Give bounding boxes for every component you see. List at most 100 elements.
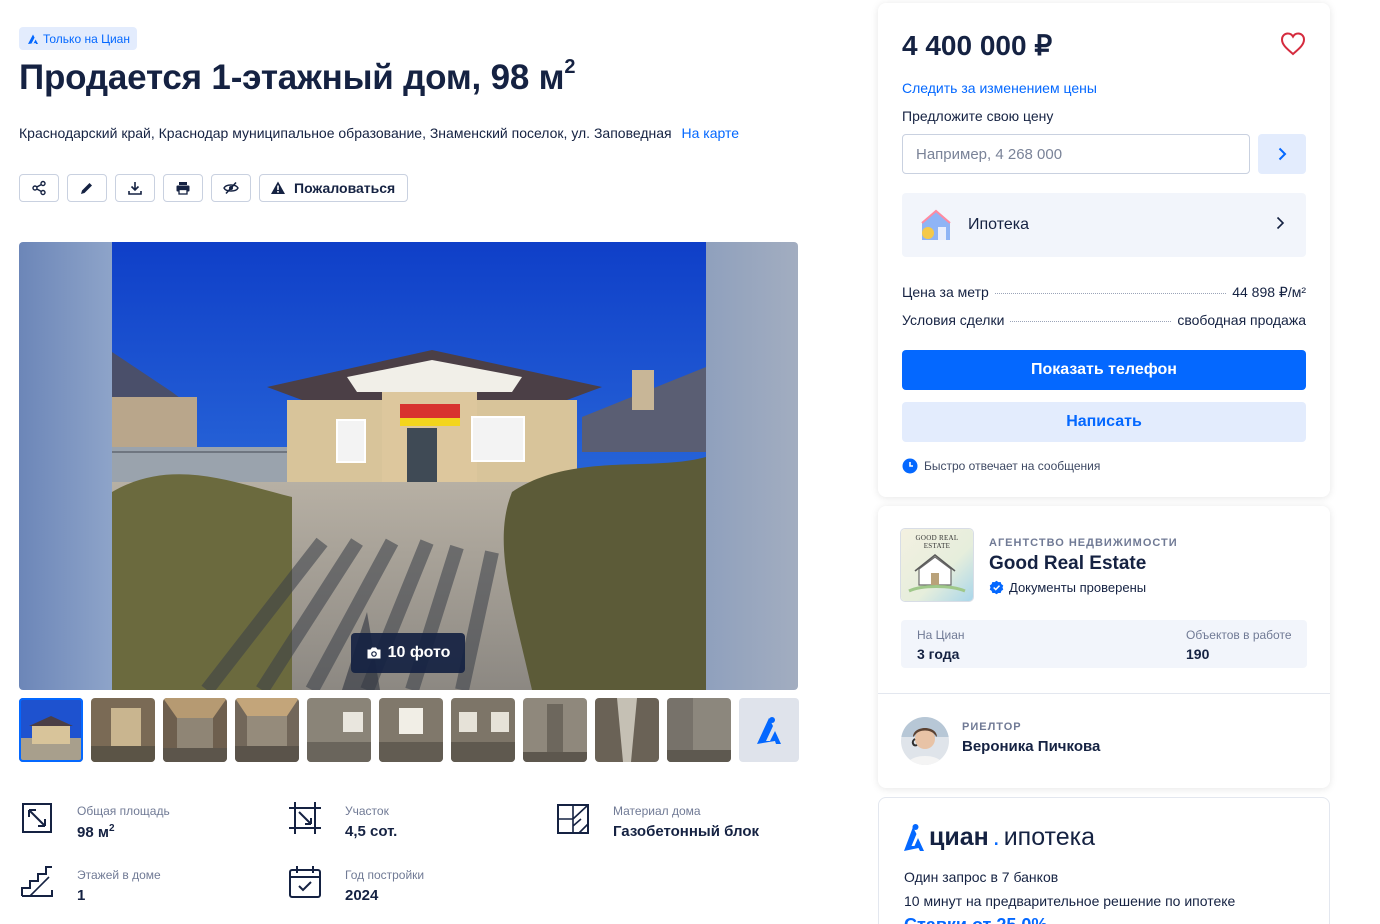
feature-label: Год постройки [345, 868, 425, 882]
feature-value: 98 м2 [77, 823, 170, 841]
feature-value-text: 98 м [77, 824, 109, 841]
follow-price-link[interactable]: Следить за изменением цены [902, 80, 1097, 96]
brand-dot: . [992, 822, 1000, 851]
download-button[interactable] [115, 174, 155, 202]
thumbnail-image [595, 698, 659, 762]
offer-price-input[interactable] [902, 134, 1250, 174]
brand-suffix: ипотека [1003, 822, 1096, 851]
feature-value: Газобетонный блок [613, 823, 760, 840]
feature-value: 4,5 сот. [345, 823, 398, 840]
download-icon [128, 182, 142, 195]
realtor-name[interactable]: Вероника Пичкова [962, 738, 1100, 755]
price-card: 4 400 000 ₽ Следить за изменением цены П… [878, 3, 1330, 497]
thumbnail-image [235, 698, 299, 762]
agency-name[interactable]: Good Real Estate [989, 553, 1146, 575]
verified-check-icon [989, 580, 1004, 595]
price-per-meter-row: Цена за метр 44 898 ₽/м² [902, 284, 1306, 301]
complain-label: Пожаловаться [294, 180, 396, 196]
offer-submit-button[interactable] [1258, 134, 1306, 174]
hide-button[interactable] [211, 174, 251, 202]
calendar-icon [289, 866, 321, 898]
thumbnail[interactable] [595, 698, 659, 762]
edit-icon [81, 183, 92, 194]
fast-reply-note: Быстро отвечает на сообщения [902, 458, 1100, 474]
thumbnail-image [451, 698, 515, 762]
stat-label: Объектов в работе [1186, 628, 1292, 642]
chevron-right-icon [1276, 216, 1285, 230]
stat-label: На Циан [917, 628, 965, 642]
thumbnail[interactable] [19, 698, 83, 762]
print-button[interactable] [163, 174, 203, 202]
thumbnail[interactable] [91, 698, 155, 762]
map-link[interactable]: На карте [682, 125, 740, 141]
promo-rate: Ставки от 25,0% [904, 915, 1047, 924]
price: 4 400 000 ₽ [902, 30, 1053, 61]
share-icon [32, 180, 46, 196]
stairs-icon [21, 866, 53, 897]
thumbnail[interactable] [523, 698, 587, 762]
agency-type: АГЕНТСТВО НЕДВИЖИМОСТИ [989, 537, 1178, 549]
stat-value: 190 [1186, 646, 1210, 662]
promo-line: Один запрос в 7 банков [904, 869, 1059, 885]
house-money-icon [921, 209, 951, 240]
feature-year: Год постройки 2024 [287, 864, 424, 904]
avatar-image [901, 717, 949, 765]
feature-plot: Участок 4,5 сот. [287, 800, 397, 840]
cian-logo-icon [28, 34, 38, 44]
page-title-text: Продается 1-этажный дом, 98 м [19, 58, 565, 97]
more-photos-thumbnail[interactable] [739, 698, 799, 762]
avatar[interactable] [901, 717, 949, 765]
thumbnail-image [379, 698, 443, 762]
feature-label: Материал дома [613, 804, 701, 818]
feature-label: Этажей в доме [77, 868, 161, 882]
stat-objects: Объектов в работе 190 [1186, 628, 1292, 662]
stat-value: 3 года [917, 646, 960, 662]
thumbnail[interactable] [667, 698, 731, 762]
clock-icon [902, 458, 918, 474]
camera-icon [367, 647, 381, 659]
hide-icon [223, 181, 239, 195]
thumbnail-strip [19, 698, 799, 762]
chevron-right-icon [1278, 147, 1287, 161]
show-phone-button[interactable]: Показать телефон [902, 350, 1306, 390]
fast-reply-label: Быстро отвечает на сообщения [924, 459, 1101, 473]
cian-logo-icon [757, 717, 781, 744]
plot-icon [289, 802, 321, 834]
exclusive-badge: Только на Циан [19, 27, 137, 50]
verified-row: Документы проверены [989, 580, 1146, 595]
brand-name: циан [929, 822, 989, 851]
thumbnail[interactable] [163, 698, 227, 762]
page-title: Продается 1-этажный дом, 98 м2 [19, 56, 575, 98]
agency-stats: На Циан 3 года Объектов в работе 190 [901, 620, 1307, 668]
address: Краснодарский край, Краснодар муниципаль… [19, 125, 739, 141]
deal-terms-label: Условия сделки [902, 312, 1005, 328]
favorite-heart-icon[interactable] [1280, 31, 1306, 57]
thumbnail[interactable] [307, 698, 371, 762]
dotted-leader [1010, 321, 1172, 322]
mortgage-promo-card[interactable]: циан. ипотека Один запрос в 7 банков 10 м… [878, 797, 1330, 924]
feature-value-sup: 2 [108, 823, 115, 834]
thumbnail[interactable] [379, 698, 443, 762]
edit-button[interactable] [67, 174, 107, 202]
thumbnail-image [163, 698, 227, 762]
thumbnail-image [667, 698, 731, 762]
feature-label: Общая площадь [77, 804, 170, 818]
thumbnail-image [307, 698, 371, 762]
thumbnail[interactable] [235, 698, 299, 762]
mortgage-row[interactable]: Ипотека [902, 193, 1306, 257]
area-icon [22, 803, 52, 833]
photo-gallery[interactable]: 10 фото [19, 242, 798, 690]
stat-on-cian: На Циан 3 года [917, 628, 965, 662]
photo-count-button[interactable]: 10 фото [351, 633, 465, 673]
price-per-meter-value: 44 898 ₽/м² [1232, 284, 1306, 300]
print-icon [176, 182, 190, 195]
mortgage-label: Ипотека [968, 216, 1030, 233]
main-photo[interactable] [112, 242, 706, 690]
thumbnail[interactable] [451, 698, 515, 762]
offer-price-label: Предложите свою цену [902, 108, 1054, 124]
thumbnail-image [91, 698, 155, 762]
share-button[interactable] [19, 174, 59, 202]
write-message-button[interactable]: Написать [902, 402, 1306, 442]
cian-logo-icon [904, 824, 924, 851]
complain-button[interactable]: Пожаловаться [259, 174, 409, 202]
